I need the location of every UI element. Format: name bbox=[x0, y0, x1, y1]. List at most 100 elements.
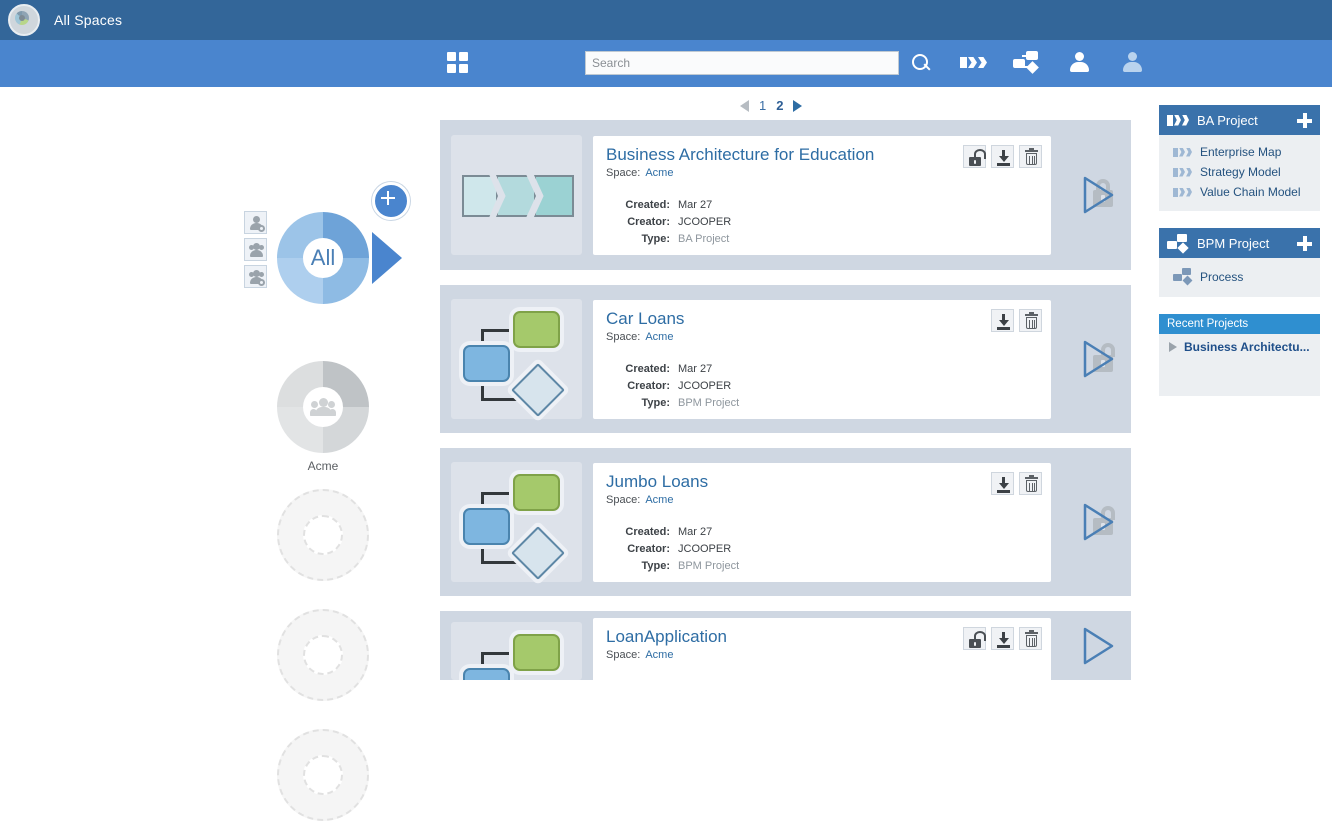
bpm-item-icon bbox=[1173, 268, 1193, 286]
trash-icon[interactable] bbox=[1019, 471, 1042, 495]
recent-project-item[interactable]: Business Architectu... bbox=[1159, 334, 1320, 360]
space-placeholder[interactable] bbox=[277, 489, 369, 581]
bpm-project-icon bbox=[1167, 233, 1189, 254]
sidebar-item-enterprise-map[interactable]: Enterprise Map bbox=[1159, 142, 1320, 162]
project-detail: Car Loans Space: Acme Created: Mar 27 Cre… bbox=[593, 299, 1051, 419]
top-bar: All Spaces bbox=[0, 0, 1332, 40]
user-icon[interactable] bbox=[1066, 50, 1094, 74]
ba-chevrons-thumbnail bbox=[451, 135, 582, 255]
space-value[interactable]: Acme bbox=[645, 494, 673, 506]
table-row[interactable]: Car Loans Space: Acme Created: Mar 27 Cre… bbox=[440, 285, 1131, 433]
type-value: BPM Project bbox=[678, 396, 740, 409]
space-label: Space: bbox=[606, 493, 641, 506]
users-icon[interactable] bbox=[1119, 50, 1147, 74]
download-icon[interactable] bbox=[991, 471, 1014, 495]
project-title[interactable]: Car Loans bbox=[606, 309, 1051, 329]
created-label: Created: bbox=[625, 362, 670, 375]
recent-projects-body: Business Architectu... bbox=[1159, 334, 1320, 396]
pagination-prev[interactable] bbox=[740, 99, 749, 112]
search-area bbox=[585, 51, 931, 75]
table-row[interactable]: Jumbo Loans Space: Acme Created: Mar 27 C… bbox=[440, 448, 1131, 596]
bpm-diagram-thumbnail bbox=[451, 462, 582, 582]
open-project-button[interactable] bbox=[1081, 175, 1115, 215]
space-all-label: All bbox=[310, 245, 336, 270]
grid-apps-icon[interactable] bbox=[447, 52, 469, 74]
open-project-button[interactable] bbox=[1081, 626, 1115, 666]
space-placeholder[interactable] bbox=[277, 729, 369, 821]
right-sidebar: BA Project Enterprise Map Strategy Model… bbox=[1159, 105, 1320, 413]
space-members-icon[interactable] bbox=[244, 238, 267, 261]
pagination-page-2[interactable]: 2 bbox=[776, 98, 783, 113]
ba-project-icon[interactable] bbox=[960, 50, 988, 74]
creator-value: JCOOPER bbox=[678, 379, 732, 392]
space-placeholder[interactable] bbox=[277, 609, 369, 701]
all-spaces-selected-arrow bbox=[372, 232, 402, 284]
creator-value: JCOOPER bbox=[678, 215, 732, 228]
project-actions bbox=[963, 144, 1042, 168]
space-acme-label: Acme bbox=[307, 459, 339, 473]
sidebar-item-label: Enterprise Map bbox=[1200, 145, 1282, 159]
recent-projects-title: Recent Projects bbox=[1167, 318, 1249, 330]
creator-label: Creator: bbox=[627, 215, 670, 228]
trash-icon[interactable] bbox=[1019, 626, 1042, 650]
creator-label: Creator: bbox=[627, 379, 670, 392]
sidebar-item-process[interactable]: Process bbox=[1159, 265, 1320, 288]
space-value[interactable]: Acme bbox=[645, 331, 673, 343]
project-detail: Jumbo Loans Space: Acme Created: Mar 27 C… bbox=[593, 462, 1051, 582]
project-space: Space: Acme bbox=[606, 649, 1051, 661]
lock-icon[interactable] bbox=[963, 626, 986, 650]
open-project-button[interactable] bbox=[1081, 502, 1115, 542]
ba-project-icon bbox=[1167, 114, 1189, 126]
ba-project-panel-header: BA Project bbox=[1159, 105, 1320, 135]
pagination-next[interactable] bbox=[793, 99, 803, 112]
space-shared-icon[interactable] bbox=[244, 265, 267, 288]
project-detail: Business Architecture for Education Spac… bbox=[593, 135, 1051, 255]
project-list: Business Architecture for Education Spac… bbox=[440, 120, 1131, 685]
bpm-project-panel-body: Process bbox=[1159, 258, 1320, 297]
type-label: Type: bbox=[641, 559, 670, 572]
lock-icon[interactable] bbox=[963, 144, 986, 168]
project-meta: Created: Mar 27 Creator: JCOOPER Type: BA P… bbox=[606, 197, 1051, 248]
bpm-project-icon[interactable] bbox=[1013, 50, 1041, 74]
type-label: Type: bbox=[641, 396, 670, 409]
table-row[interactable]: LoanApplication Space: Acme bbox=[440, 611, 1131, 685]
bpm-diagram-thumbnail bbox=[451, 299, 582, 419]
expand-triangle-icon bbox=[1169, 342, 1177, 352]
space-owner-icon[interactable] bbox=[244, 211, 267, 234]
pagination-page-1[interactable]: 1 bbox=[759, 98, 766, 113]
pagination: 1 2 bbox=[740, 98, 803, 113]
project-detail: LoanApplication Space: Acme bbox=[593, 617, 1051, 685]
space-all[interactable]: All bbox=[277, 212, 369, 304]
download-icon[interactable] bbox=[991, 144, 1014, 168]
space-value[interactable]: Acme bbox=[645, 167, 673, 179]
project-meta: Created: Mar 27 Creator: JCOOPER Type: BPM … bbox=[606, 524, 1051, 575]
type-label: Type: bbox=[641, 232, 670, 245]
trash-icon[interactable] bbox=[1019, 144, 1042, 168]
application-window: All Spaces Search All Acme 1 2 Business … bbox=[0, 0, 1332, 821]
project-title[interactable]: Jumbo Loans bbox=[606, 472, 1051, 492]
download-icon[interactable] bbox=[991, 308, 1014, 332]
recent-project-label: Business Architectu... bbox=[1184, 340, 1310, 354]
ba-project-panel-body: Enterprise Map Strategy Model Value Chai… bbox=[1159, 135, 1320, 211]
sidebar-item-strategy-model[interactable]: Strategy Model bbox=[1159, 162, 1320, 182]
add-ba-project-button[interactable] bbox=[1297, 112, 1312, 128]
space-label: Space: bbox=[606, 330, 641, 343]
open-project-button[interactable] bbox=[1081, 339, 1115, 379]
type-value: BPM Project bbox=[678, 559, 740, 572]
sidebar-item-value-chain-model[interactable]: Value Chain Model bbox=[1159, 182, 1320, 202]
space-logo-icon[interactable] bbox=[8, 4, 40, 36]
trash-icon[interactable] bbox=[1019, 308, 1042, 332]
add-space-button[interactable] bbox=[372, 182, 410, 220]
space-value[interactable]: Acme bbox=[645, 649, 673, 661]
project-actions bbox=[991, 471, 1042, 495]
search-icon[interactable] bbox=[911, 53, 931, 73]
sidebar-item-label: Process bbox=[1200, 269, 1244, 284]
project-space: Space: Acme bbox=[606, 494, 1051, 506]
add-bpm-project-button[interactable] bbox=[1297, 235, 1312, 251]
search-input[interactable] bbox=[585, 51, 899, 75]
ba-item-icon bbox=[1173, 167, 1193, 177]
download-icon[interactable] bbox=[991, 626, 1014, 650]
space-acme[interactable] bbox=[277, 361, 369, 453]
ba-project-panel-title: BA Project bbox=[1197, 112, 1258, 128]
table-row[interactable]: Business Architecture for Education Spac… bbox=[440, 120, 1131, 270]
